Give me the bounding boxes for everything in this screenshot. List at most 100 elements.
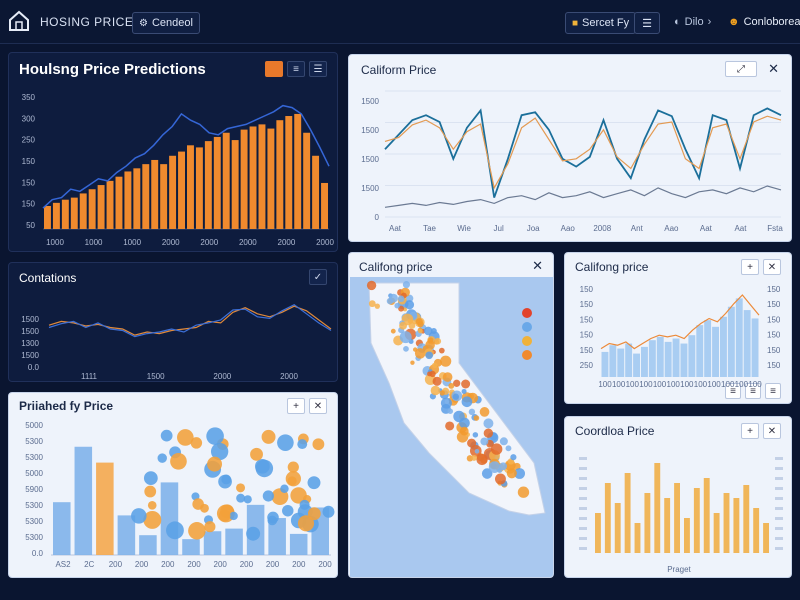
tick-label: AS2	[55, 560, 71, 569]
tick-label: 150	[767, 300, 781, 309]
tick-mark	[579, 487, 587, 490]
tick-label: 1000	[123, 238, 141, 247]
bar	[258, 124, 266, 229]
bubble	[282, 504, 294, 517]
bar	[70, 197, 78, 229]
tick-label: 100	[653, 380, 667, 389]
tick-label: Ant	[631, 224, 644, 233]
filter-button[interactable]: ⚙ Cendeol	[132, 12, 200, 34]
bar	[222, 132, 230, 229]
bubble	[192, 498, 204, 510]
tick-label: 250	[580, 361, 594, 370]
map-point	[397, 295, 405, 303]
tick-mark	[579, 507, 587, 510]
bubble	[250, 447, 263, 461]
series-line	[48, 305, 332, 336]
tick-label: Aao	[561, 224, 576, 233]
tick-label: 5900	[25, 485, 43, 494]
tick-label: 1500	[361, 126, 379, 135]
map-point	[399, 331, 412, 344]
bubble	[261, 429, 276, 444]
map-point	[403, 345, 409, 352]
bar	[139, 535, 157, 555]
tick-label: 1500	[21, 315, 39, 324]
bar	[693, 488, 700, 553]
trend-line	[600, 294, 760, 350]
map-point	[506, 468, 517, 479]
bubble	[297, 515, 315, 532]
tick-label: 300	[22, 114, 36, 123]
tick-mark	[579, 537, 587, 540]
bubble	[144, 485, 157, 498]
tick-label: 1000	[85, 238, 103, 247]
bubble	[147, 500, 157, 510]
top-bar: HOSING PRICE ⚙ Cendeol ■ Sercet Fy ☰ ◐ D…	[0, 0, 800, 44]
avatar: ☻	[728, 16, 740, 28]
map-point	[440, 355, 452, 367]
california-map-panel: Califong price ✕	[348, 252, 554, 578]
tick-label: 100	[721, 380, 735, 389]
tick-label: 100	[598, 380, 612, 389]
map-point	[510, 454, 517, 461]
map-point	[432, 362, 438, 369]
tick-mark	[775, 547, 783, 550]
tick-label: 100	[639, 380, 653, 389]
bar	[634, 523, 641, 553]
california-map[interactable]	[349, 253, 554, 578]
tick-label: 200	[109, 560, 123, 569]
bar	[321, 182, 328, 229]
bubble	[322, 505, 335, 518]
bar	[713, 513, 720, 553]
map-point	[473, 415, 480, 421]
map-point	[452, 393, 460, 400]
legend-swatch	[522, 350, 532, 360]
search-button[interactable]: ■ Sercet Fy	[565, 12, 637, 34]
bar	[231, 140, 239, 229]
tick-label: 2000	[200, 238, 218, 247]
map-point	[368, 300, 376, 308]
bubble	[218, 474, 232, 489]
tick-label: 0.0	[28, 363, 40, 372]
correlations-chart: 1500 1500 1300 1500 0.0 1111 1500 2000 2000	[21, 303, 332, 381]
tick-label: Aat	[700, 224, 713, 233]
ca-bars-top-panel: Califong price + ✕ ≡ ≡ ≡ 150 150 150 150 150…	[564, 252, 792, 404]
tick-label: 350	[22, 93, 36, 102]
nav-menu[interactable]: ◐ Dilo ›	[674, 16, 711, 28]
map-point	[483, 418, 494, 429]
tick-label: Joa	[527, 224, 540, 233]
tick-label: 150	[580, 315, 594, 324]
tick-label: 150	[580, 285, 594, 294]
tick-label: 1500	[21, 327, 39, 336]
bar	[743, 485, 750, 553]
bar	[763, 523, 769, 553]
series-line	[384, 115, 782, 190]
tick-label: 2000	[316, 238, 334, 247]
tick-mark	[775, 487, 783, 490]
user-menu[interactable]: ☻ Conloborea	[728, 16, 800, 28]
bar	[133, 168, 141, 229]
tick-label: 1111	[81, 372, 98, 381]
bar	[61, 199, 69, 229]
tick-label: 5300	[25, 517, 43, 526]
globe-icon: ◐	[674, 16, 681, 28]
map-point	[442, 372, 453, 382]
bar	[644, 493, 651, 553]
map-point	[474, 449, 480, 454]
map-point	[461, 379, 471, 389]
tick-label: 200	[187, 560, 201, 569]
tick-label: 1500	[21, 351, 39, 360]
tick-label: 200	[292, 560, 306, 569]
predictions-panel: Houlsng Price Predictions ≡ ☰ 350 300 250 1…	[8, 52, 338, 252]
bar	[169, 155, 177, 229]
tick-label: 150	[767, 331, 781, 340]
map-point	[439, 390, 445, 396]
bubble	[287, 461, 299, 473]
tick-label: 1300	[21, 339, 39, 348]
bar	[609, 345, 617, 377]
bar	[249, 126, 257, 229]
tick-label: 5300	[25, 453, 43, 462]
bar	[617, 348, 625, 377]
menu-button[interactable]: ☰	[634, 12, 660, 34]
bar	[79, 193, 87, 229]
bubble	[262, 490, 274, 502]
